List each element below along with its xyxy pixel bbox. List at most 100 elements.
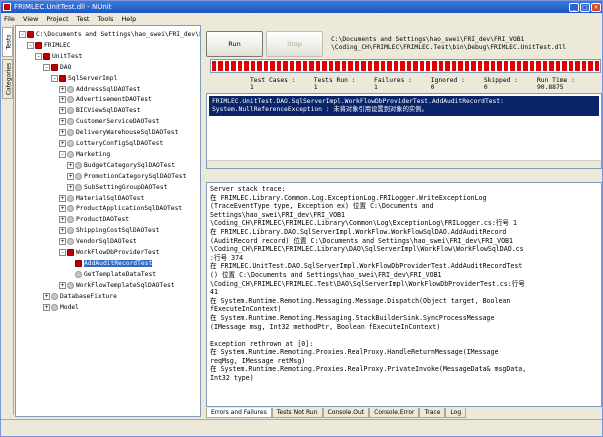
tree-node[interactable]: - WorkFlowDbProviderTest [59,248,159,257]
collapse-icon[interactable]: - [59,150,66,158]
expand-icon[interactable]: + [59,85,66,93]
tree-node-label: Marketing [76,150,111,158]
expand-icon[interactable]: + [67,183,74,191]
collapse-icon[interactable]: - [27,41,34,49]
tree-node[interactable]: + WorkFlowTemplateSqlDAOTest [59,281,175,290]
stack-line: 在 FRIMLEC.Library.Common.Log.ExceptionLo… [210,193,487,202]
progress-block [419,61,424,71]
collapse-icon[interactable]: - [19,31,26,38]
tree-node[interactable]: + AddressSqlDAOTest [59,85,140,94]
stack-line: () 位置 C:\Documents and Settings\hao_swei… [210,270,442,279]
tab-console-error[interactable]: Console.Error [369,408,420,418]
expand-icon[interactable]: + [43,292,50,300]
tree-node[interactable]: - C:\Documents and Settings\hao_swei\FRI_… [19,30,200,39]
run-button[interactable]: Run [206,31,263,57]
progress-block [594,61,600,71]
tree-node[interactable]: - UnitTest [35,52,82,61]
expand-icon[interactable]: + [59,205,66,213]
tree-node[interactable]: - SqlServerImpl [51,74,117,83]
collapse-icon[interactable]: - [59,249,66,256]
expand-icon[interactable]: + [59,129,66,137]
stop-button[interactable]: Stop [266,31,323,57]
progress-block [523,61,528,71]
progress-block [315,61,321,71]
expand-icon[interactable]: + [59,96,66,104]
tree-node[interactable]: + DeliveryWarehouseSqlDAOTest [59,128,178,137]
test-not-run-icon [75,161,82,169]
tree-node[interactable]: + BICViewSqlDAOTest [59,106,140,115]
expand-icon[interactable]: + [59,227,66,235]
expand-icon[interactable]: + [59,107,66,115]
splitter[interactable] [206,171,602,181]
tree-node[interactable]: AddAuditRecordTest [67,259,153,268]
tree-node[interactable]: + AdvertisementDAOTest [59,95,152,104]
tab-tests-not-run[interactable]: Tests Not Run [271,408,323,418]
stack-line: 41 [210,288,218,297]
expand-icon[interactable]: + [59,238,66,246]
minimize-button[interactable]: _ [569,2,579,12]
tab-categories[interactable]: Categories [2,59,13,99]
maximize-button[interactable]: □ [580,2,590,12]
tree-node[interactable]: + MaterialSqlDAOTest [59,194,144,203]
stack-line: 在 FRIMLEC.UnitTest.DAO.SqlServerImpl.Wor… [210,262,523,271]
tree-node[interactable]: - FRIMLEC [27,41,71,50]
collapse-icon[interactable]: - [35,52,42,60]
collapse-icon[interactable]: - [51,74,58,82]
stack-trace[interactable]: Server stack trace: 在 FRIMLEC.Library.Com… [206,182,602,407]
expand-icon[interactable]: + [67,172,74,180]
progress-block [562,61,567,71]
expand-icon[interactable]: + [59,281,66,289]
tab-console-out[interactable]: Console.Out [322,408,370,418]
tree-node[interactable]: + ProductApplicationSqlDAOTest [59,204,182,213]
tree-node-label: WorkFlowDbProviderTest [76,249,160,256]
stack-line: \Coding_CH\FRIMLEC\FRIMLEC.Library\DAO\S… [210,245,524,254]
tab-log[interactable]: Log [445,408,467,418]
tree-node[interactable]: + ShippingCostSqlDAOTest [59,226,159,235]
test-failed-icon [43,52,50,60]
progress-block [529,61,535,71]
tree-node[interactable]: + ProductDAOTest [59,215,129,224]
menu-project[interactable]: Project [46,15,68,23]
tree-node-label: AddAuditRecordTest [84,259,153,267]
tree-node-label: FRIMLEC [44,41,71,49]
tab-trace[interactable]: Trace [419,408,446,418]
expand-icon[interactable]: + [59,140,66,147]
horizontal-scrollbar[interactable] [207,160,601,168]
tree-node[interactable]: + DatabaseFixture [43,292,117,301]
expand-icon[interactable]: + [59,118,66,126]
menu-view[interactable]: View [23,15,38,23]
stack-line: Int32 type) [210,374,254,383]
tree-node[interactable]: + PromotionCategorySqlDAOTest [67,172,186,181]
tree-node[interactable]: GetTemplateDataTest [67,270,156,279]
expand-icon[interactable]: + [59,194,66,202]
tree-node[interactable]: + BudgetCategorySqlDAOTest [67,161,175,170]
tree-node[interactable]: + VendorSqlDAOTest [59,237,137,246]
menu-test[interactable]: Test [77,15,90,23]
test-not-run-icon [67,150,74,158]
menu-tools[interactable]: Tools [97,15,113,23]
tree-node-label: LotteryConfigSqlDAOTest [76,140,164,147]
tree-node[interactable]: + Model [43,303,79,312]
close-button[interactable]: × [591,2,601,12]
test-not-run-icon [67,194,74,202]
test-tree[interactable]: - C:\Documents and Settings\hao_swei\FRI_… [15,25,201,417]
tree-node[interactable]: + LotteryConfigSqlDAOTest [59,139,163,148]
tree-node[interactable]: + CustomerServiceDAOTest [59,117,159,126]
error-item[interactable]: FRIMLEC.UnitTest.DAO.SqlServerImpl.WorkF… [209,96,599,116]
expand-icon[interactable]: + [67,161,74,169]
test-not-run-icon [67,216,74,224]
expand-icon[interactable]: + [43,303,50,311]
tree-node[interactable]: + SubSettingGroupDAOTest [67,183,167,192]
progress-block [464,61,470,71]
collapse-icon[interactable]: - [43,63,50,71]
progress-block [335,61,340,71]
menu-help[interactable]: Help [121,15,136,23]
tree-node[interactable]: - Marketing [59,150,110,159]
progress-block [588,61,593,71]
error-list[interactable]: FRIMLEC.UnitTest.DAO.SqlServerImpl.WorkF… [206,93,602,169]
test-not-run-icon [51,303,58,311]
expand-icon[interactable]: + [59,216,66,224]
test-not-run-icon [67,118,74,126]
tab-errors-and-failures[interactable]: Errors and Failures [206,408,272,418]
tree-node[interactable]: - DAO [43,63,71,72]
